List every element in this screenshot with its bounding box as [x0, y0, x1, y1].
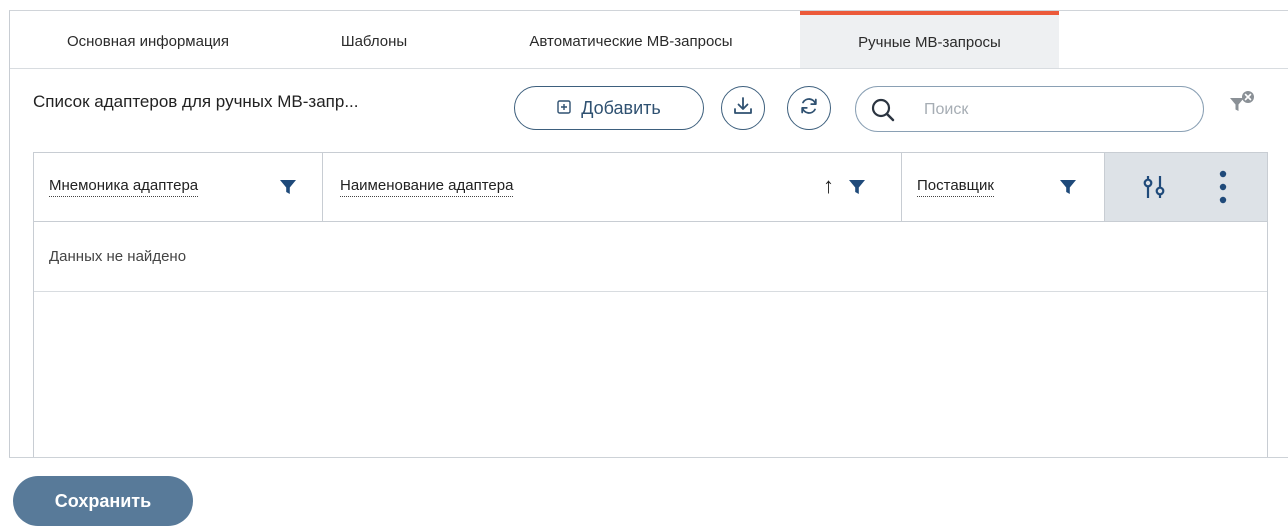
column-title[interactable]: Мнемоника адаптера [49, 177, 199, 197]
sliders-icon[interactable] [1142, 174, 1166, 205]
search-box [855, 86, 1204, 132]
filter-icon[interactable] [1059, 178, 1077, 201]
tab-templates[interactable]: Шаблоны [286, 11, 462, 68]
filter-icon[interactable] [848, 178, 866, 201]
empty-state-text: Данных не найдено [49, 248, 187, 265]
footer-divider [9, 457, 1288, 458]
tab-bar: Основная информация Шаблоны Автоматическ… [10, 11, 1288, 69]
save-button[interactable]: Сохранить [13, 476, 193, 526]
sort-ascending-icon[interactable]: ↑ [823, 173, 834, 199]
column-title[interactable]: Поставщик [917, 177, 994, 197]
filter-icon[interactable] [279, 178, 297, 201]
tab-main-info[interactable]: Основная информация [10, 11, 286, 68]
column-header-mnemonic[interactable]: Мнемоника адаптера [34, 153, 323, 221]
tab-manual-mv-requests[interactable]: Ручные МВ-запросы [800, 11, 1059, 68]
table-header: Мнемоника адаптера Наименование адаптера… [34, 153, 1267, 222]
more-vertical-icon[interactable] [1218, 169, 1228, 210]
list-title: Список адаптеров для ручных МВ-запр... [33, 92, 359, 111]
search-icon[interactable] [870, 97, 896, 128]
search-input[interactable] [922, 98, 1186, 122]
filter-clear-icon[interactable] [1228, 90, 1256, 123]
table-tools-cell [1105, 153, 1267, 221]
download-icon [732, 95, 754, 122]
add-button-label: Добавить [581, 97, 661, 118]
plus-square-icon [557, 98, 571, 119]
export-button[interactable] [721, 86, 765, 130]
refresh-icon [798, 95, 820, 122]
column-header-adapter-name[interactable]: Наименование адаптера ↑ [323, 153, 902, 221]
add-button[interactable]: Добавить [514, 86, 704, 130]
column-header-supplier[interactable]: Поставщик [902, 153, 1105, 221]
tab-auto-mv-requests[interactable]: Автоматические МВ-запросы [462, 11, 800, 68]
adapters-table: Мнемоника адаптера Наименование адаптера… [33, 152, 1268, 457]
empty-state-row: Данных не найдено [34, 222, 1267, 292]
column-title[interactable]: Наименование адаптера [340, 177, 514, 197]
refresh-button[interactable] [787, 86, 831, 130]
